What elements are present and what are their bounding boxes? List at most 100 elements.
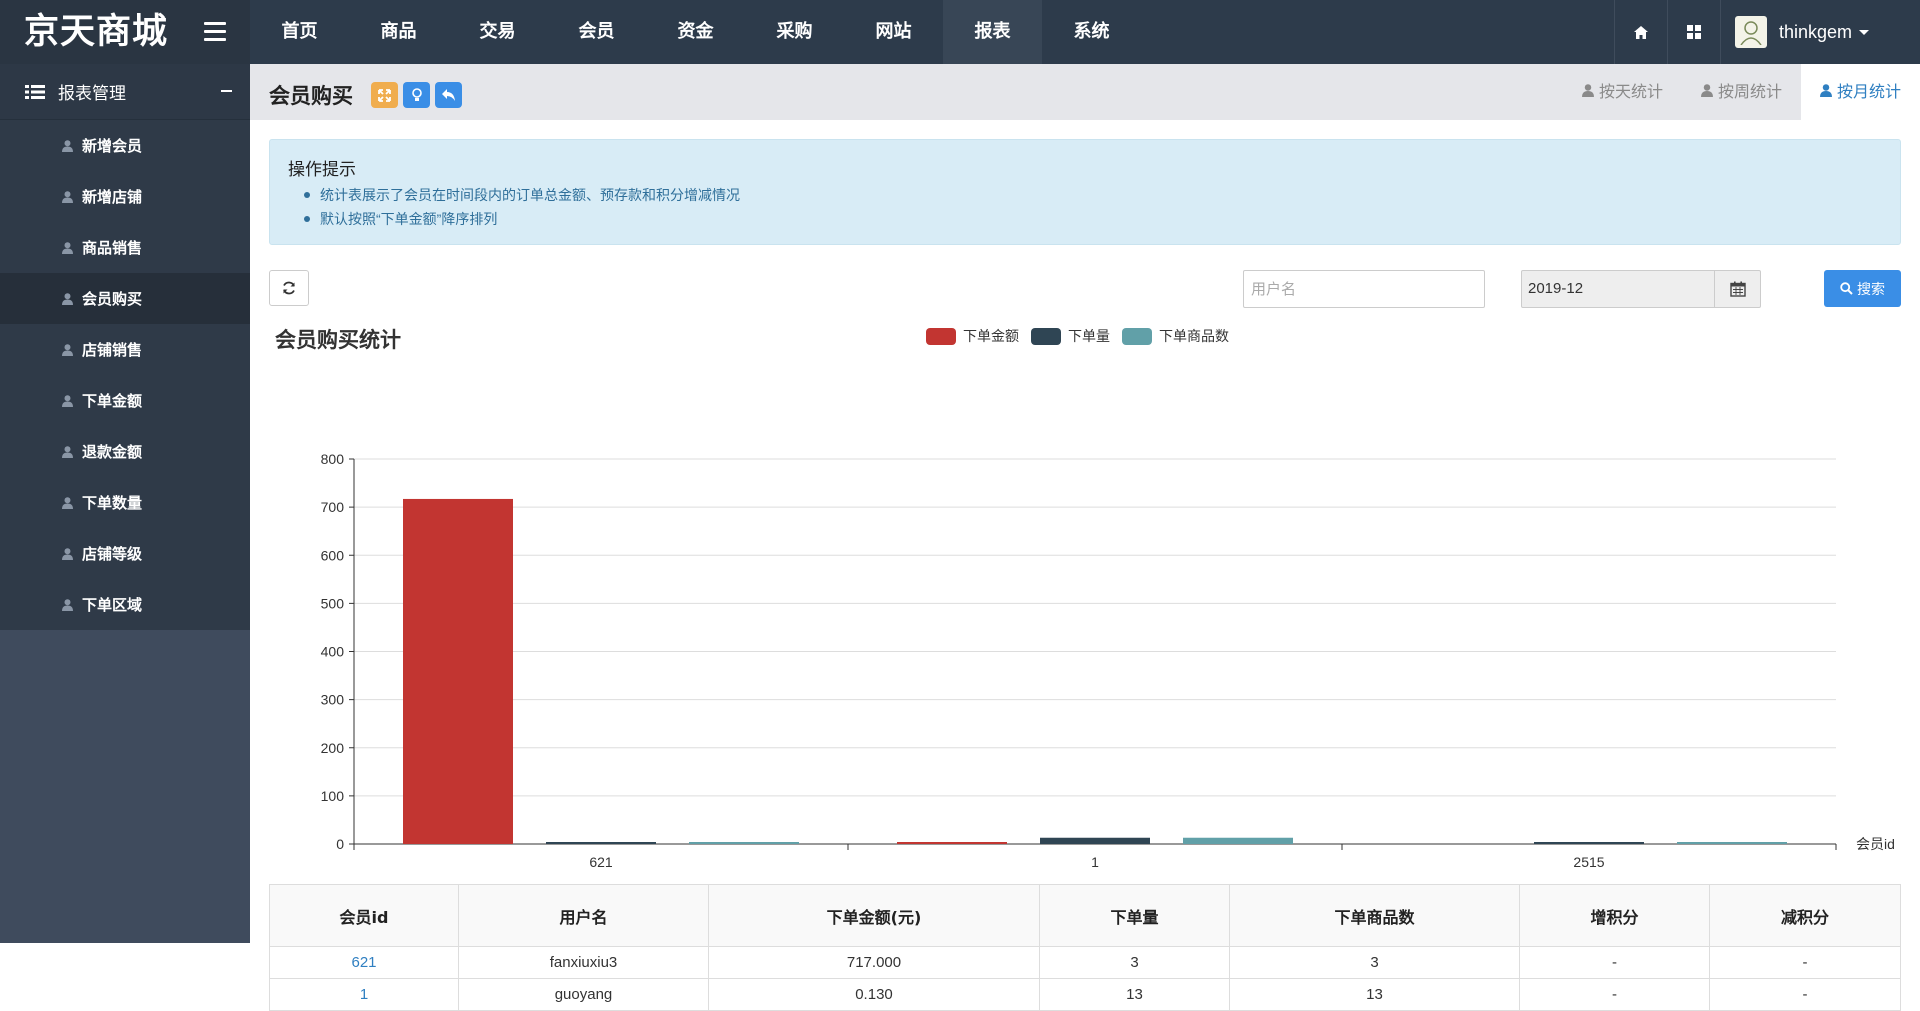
sidebar-item-order-count[interactable]: 下单数量 xyxy=(0,477,250,528)
sidebar-item-new-stores[interactable]: 新增店铺 xyxy=(0,171,250,222)
tip-item: 默认按照“下单金额”降序排列 xyxy=(304,207,1882,231)
sidebar-item-label: 下单数量 xyxy=(82,494,143,512)
col-header-username[interactable]: 用户名 xyxy=(458,884,709,947)
cell-goods-count: 3 xyxy=(1229,946,1520,979)
username-input[interactable] xyxy=(1243,270,1485,308)
month-value[interactable]: 2019-12 xyxy=(1522,271,1714,307)
nav-item-system[interactable]: 系统 xyxy=(1042,0,1141,64)
sidebar-item-store-level[interactable]: 店铺等级 xyxy=(0,528,250,579)
avatar-icon xyxy=(1740,21,1762,45)
cell-order-amount: 717.000 xyxy=(708,946,1040,979)
bar xyxy=(897,842,1007,844)
nav-item-goods[interactable]: 商品 xyxy=(349,0,448,64)
top-bar: 京天商城 首页 商品 交易 会员 资金 采购 网站 报表 系统 thinkgem xyxy=(0,0,1920,64)
member-id-link[interactable]: 1 xyxy=(360,986,368,1003)
nav-item-member[interactable]: 会员 xyxy=(547,0,646,64)
user-icon xyxy=(62,547,73,560)
help-button[interactable] xyxy=(403,82,430,108)
tab-by-month[interactable]: 按月统计 xyxy=(1800,64,1920,120)
bar xyxy=(1534,842,1644,844)
sidebar-menu: 新增会员 新增店铺 商品销售 会员购买 店铺销售 下单金额 退款金额 下单数量 … xyxy=(0,120,250,630)
nav-item-home[interactable]: 首页 xyxy=(250,0,349,64)
user-icon xyxy=(1701,84,1713,97)
member-id-link[interactable]: 621 xyxy=(351,954,376,971)
bar xyxy=(689,842,799,844)
bar xyxy=(1183,837,1293,844)
tab-label: 按周统计 xyxy=(1717,82,1782,101)
legend-item-count[interactable]: 下单量 xyxy=(1031,326,1110,346)
legend-label: 下单量 xyxy=(1068,328,1110,344)
legend-swatch xyxy=(1122,327,1152,345)
legend-label: 下单金额 xyxy=(963,328,1019,344)
cell-order-amount: 0.130 xyxy=(708,978,1040,1011)
search-label: 搜索 xyxy=(1857,280,1885,297)
tab-label: 按月统计 xyxy=(1836,82,1901,101)
cell-points-add: - xyxy=(1519,978,1710,1011)
list-icon xyxy=(25,84,45,99)
sidebar-item-label: 店铺等级 xyxy=(82,545,143,563)
nav-item-funds[interactable]: 资金 xyxy=(646,0,745,64)
sidebar-title: 报表管理 xyxy=(58,84,126,103)
user-icon xyxy=(1581,84,1594,97)
nav-item-purchase[interactable]: 采购 xyxy=(745,0,844,64)
col-header-points-sub[interactable]: 减积分 xyxy=(1709,884,1901,947)
menu-toggle-icon[interactable] xyxy=(204,22,226,42)
refresh-icon xyxy=(283,281,295,295)
col-header-points-add[interactable]: 增积分 xyxy=(1519,884,1710,947)
cell-goods-count: 13 xyxy=(1229,978,1520,1011)
x-tick-label: 2515 xyxy=(1573,854,1604,870)
sidebar-item-order-region[interactable]: 下单区域 xyxy=(0,579,250,630)
sidebar-item-label: 商品销售 xyxy=(82,239,143,257)
y-tick-label: 400 xyxy=(321,644,345,660)
col-header-order-count[interactable]: 下单量 xyxy=(1039,884,1230,947)
sidebar-item-label: 会员购买 xyxy=(82,290,143,308)
sidebar-item-new-members[interactable]: 新增会员 xyxy=(0,120,250,171)
calendar-button[interactable] xyxy=(1714,271,1760,307)
nav-item-website[interactable]: 网站 xyxy=(844,0,943,64)
sidebar-item-label: 新增店铺 xyxy=(82,188,143,206)
tab-by-day[interactable]: 按天统计 xyxy=(1563,64,1682,120)
sidebar-item-label: 下单金额 xyxy=(82,392,143,410)
search-button[interactable]: 搜索 xyxy=(1824,270,1901,307)
user-menu[interactable]: thinkgem xyxy=(1720,0,1920,64)
sidebar-section-header[interactable]: 报表管理 xyxy=(0,64,250,120)
collapse-icon[interactable] xyxy=(221,90,232,92)
fullscreen-button[interactable] xyxy=(371,82,398,108)
sidebar-item-goods-sales[interactable]: 商品销售 xyxy=(0,222,250,273)
home-button[interactable] xyxy=(1614,0,1667,64)
legend-item-goods[interactable]: 下单商品数 xyxy=(1122,326,1229,346)
page-title: 会员购买 xyxy=(269,84,353,108)
col-header-goods-count[interactable]: 下单商品数 xyxy=(1229,884,1520,947)
sidebar-item-order-amount[interactable]: 下单金额 xyxy=(0,375,250,426)
top-right-tools: thinkgem xyxy=(1614,0,1920,64)
y-tick-label: 700 xyxy=(321,499,345,515)
refresh-button[interactable] xyxy=(269,270,309,306)
user-icon xyxy=(1820,84,1832,97)
home-icon xyxy=(1634,25,1648,39)
cell-member-id[interactable]: 1 xyxy=(269,978,459,1011)
col-header-order-amount[interactable]: 下单金额(元) xyxy=(708,884,1040,947)
nav-item-trade[interactable]: 交易 xyxy=(448,0,547,64)
y-tick-label: 300 xyxy=(321,692,345,708)
sidebar-item-refund-amount[interactable]: 退款金额 xyxy=(0,426,250,477)
apps-button[interactable] xyxy=(1667,0,1720,64)
cell-points-sub: - xyxy=(1709,946,1901,979)
chevron-down-icon xyxy=(1859,29,1870,35)
month-picker[interactable]: 2019-12 xyxy=(1521,270,1761,308)
col-header-member-id[interactable]: 会员id xyxy=(269,884,459,947)
legend-label: 下单商品数 xyxy=(1159,328,1229,344)
sidebar-item-store-sales[interactable]: 店铺销售 xyxy=(0,324,250,375)
table-header-row: 会员id 用户名 下单金额(元) 下单量 下单商品数 增积分 减积分 xyxy=(269,884,1901,947)
back-button[interactable] xyxy=(435,82,462,108)
user-icon xyxy=(62,190,73,203)
tips-title: 操作提示 xyxy=(288,160,356,179)
sidebar-item-member-purchase[interactable]: 会员购买 xyxy=(0,273,250,324)
user-icon xyxy=(62,343,73,356)
legend-item-amount[interactable]: 下单金额 xyxy=(926,326,1019,346)
nav-item-reports[interactable]: 报表 xyxy=(943,0,1042,64)
cell-member-id[interactable]: 621 xyxy=(269,946,459,979)
expand-icon xyxy=(378,88,391,102)
tab-by-week[interactable]: 按周统计 xyxy=(1682,64,1801,120)
y-tick-label: 100 xyxy=(321,788,345,804)
bar xyxy=(403,498,513,844)
